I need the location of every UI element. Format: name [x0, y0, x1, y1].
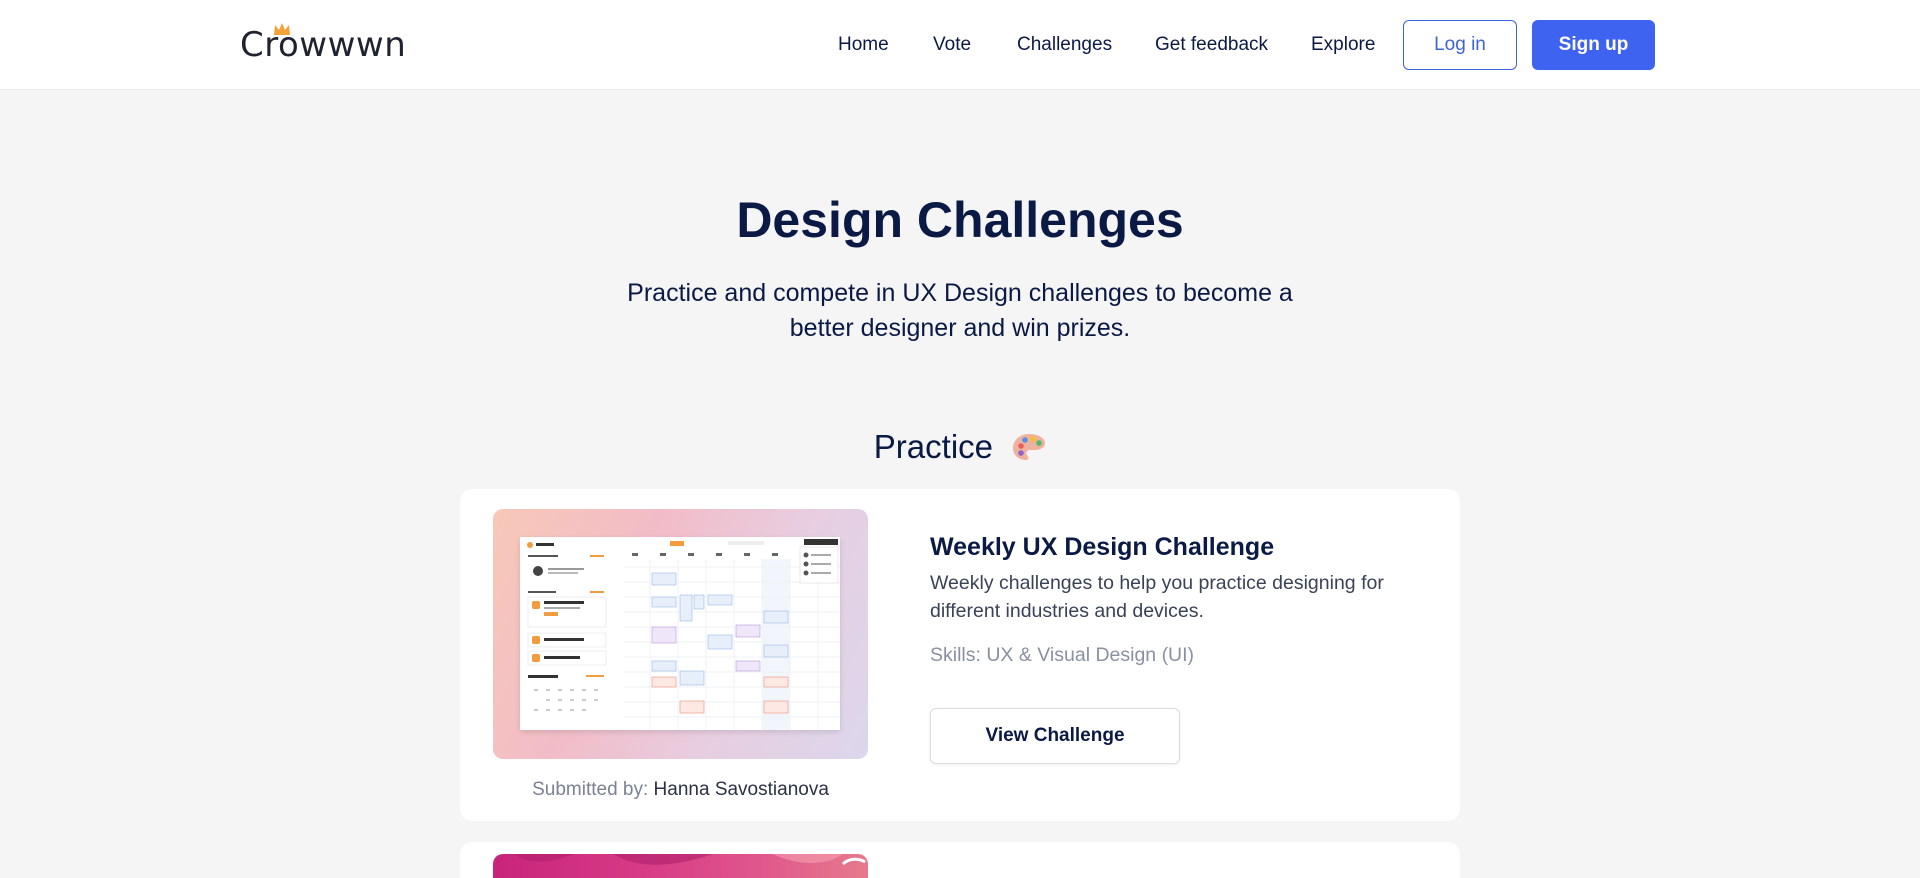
practice-section-title: Practice — [0, 425, 1920, 469]
nav-home[interactable]: Home — [838, 32, 889, 58]
page-subtitle: Practice and compete in UX Design challe… — [627, 279, 1293, 342]
challenge-description: Weekly challenges to help you practice d… — [930, 572, 1384, 622]
nav-explore[interactable]: Explore — [1311, 32, 1375, 58]
submitter-name[interactable]: Hanna Savostianova — [654, 779, 829, 800]
nav-vote[interactable]: Vote — [933, 32, 971, 58]
challenge-title[interactable]: Weekly UX Design Challenge — [930, 531, 1274, 563]
view-challenge-button[interactable]: View Challenge — [930, 708, 1180, 764]
nav-get-feedback[interactable]: Get feedback — [1155, 32, 1268, 58]
submitted-by-label: Submitted by: — [532, 779, 649, 800]
challenge-card[interactable] — [460, 842, 1460, 878]
challenge-card[interactable]: Submitted by: Hanna Savostianova Weekly … — [460, 489, 1460, 821]
top-navigation-bar: Crowwwn Home Vote Challenges Get feedbac… — [0, 0, 1920, 90]
calendar-preview-graphic — [520, 537, 840, 730]
nav-challenges[interactable]: Challenges — [1017, 32, 1112, 58]
challenge-thumbnail[interactable] — [493, 854, 868, 878]
challenge-thumbnail[interactable] — [493, 509, 868, 759]
page-title: Design Challenges — [736, 192, 1184, 248]
calendar-app-preview — [520, 537, 840, 730]
thumbnail-pattern-graphic — [513, 854, 866, 866]
palette-icon — [1013, 434, 1046, 460]
practice-title-text: Practice — [873, 428, 994, 465]
login-button[interactable]: Log in — [1403, 20, 1517, 70]
submitted-by: Submitted by: Hanna Savostianova — [493, 777, 868, 803]
challenge-skills: Skills: UX & Visual Design (UI) — [930, 644, 1195, 666]
signup-button[interactable]: Sign up — [1532, 20, 1655, 70]
